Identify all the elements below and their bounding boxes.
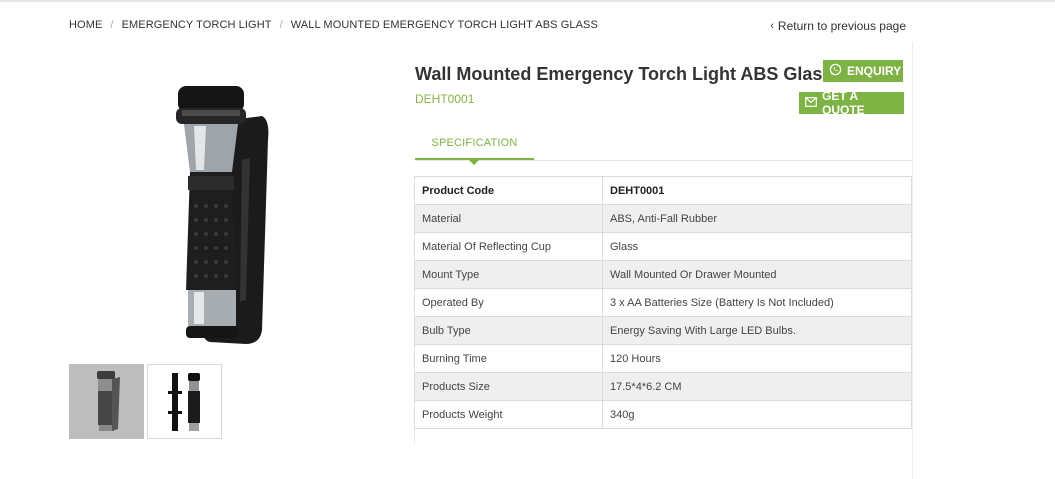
spec-key: Products Size [414, 372, 603, 401]
product-title: Wall Mounted Emergency Torch Light ABS G… [415, 64, 833, 84]
spec-key: Bulb Type [414, 316, 603, 345]
active-tab-caret-icon [468, 159, 480, 165]
content-right-border [912, 42, 913, 479]
spec-key: Material Of Reflecting Cup [414, 232, 603, 261]
thumbnail-bracket-view[interactable] [147, 364, 222, 439]
breadcrumb-separator: / [279, 19, 283, 31]
product-code: DEHT0001 [415, 92, 475, 106]
table-row: Product Code DEHT0001 [414, 176, 912, 205]
table-row: Products Size 17.5*4*6.2 CM [414, 372, 912, 401]
spec-key: Mount Type [414, 260, 603, 289]
spec-key: Operated By [414, 288, 603, 317]
table-row: Operated By 3 x AA Batteries Size (Batter… [414, 288, 912, 317]
thumbnail-front-view[interactable] [69, 364, 144, 439]
spec-value: 120 Hours [602, 344, 912, 373]
table-row: Material Of Reflecting Cup Glass [414, 232, 912, 261]
enquiry-label: ENQUIRY [847, 64, 902, 78]
specification-table: Product Code DEHT0001 Material ABS, Anti-… [414, 176, 912, 429]
content-left-border [414, 428, 415, 444]
tab-specification-label: SPECIFICATION [431, 136, 518, 149]
spec-value: 3 x AA Batteries Size (Battery Is Not In… [602, 288, 912, 317]
spec-key: Product Code [414, 176, 603, 205]
whatsapp-icon [829, 63, 842, 79]
spec-value: ABS, Anti-Fall Rubber [602, 204, 912, 233]
spec-value: Energy Saving With Large LED Bulbs. [602, 316, 912, 345]
enquiry-button[interactable]: ENQUIRY [823, 60, 903, 82]
breadcrumb: HOME / EMERGENCY TORCH LIGHT / WALL MOUN… [69, 19, 598, 31]
tab-bar: SPECIFICATION [415, 127, 912, 165]
breadcrumb-current: WALL MOUNTED EMERGENCY TORCH LIGHT ABS G… [290, 19, 598, 31]
return-to-previous-link[interactable]: ‹ Return to previous page [770, 19, 906, 33]
spec-value: 17.5*4*6.2 CM [602, 372, 912, 401]
table-row: Mount Type Wall Mounted Or Drawer Mounted [414, 260, 912, 289]
get-a-quote-button[interactable]: GET A QUOTE [799, 89, 904, 117]
product-main-image[interactable] [150, 80, 300, 350]
breadcrumb-home[interactable]: HOME [69, 19, 102, 31]
spec-key: Burning Time [414, 344, 603, 373]
spec-value: DEHT0001 [602, 176, 912, 205]
table-row: Bulb Type Energy Saving With Large LED Bu… [414, 316, 912, 345]
chevron-left-icon: ‹ [770, 20, 774, 32]
table-row: Burning Time 120 Hours [414, 344, 912, 373]
breadcrumb-category[interactable]: EMERGENCY TORCH LIGHT [122, 19, 272, 31]
spec-value: Glass [602, 232, 912, 261]
return-link-label: Return to previous page [777, 19, 906, 33]
table-row: Products Weight 340g [414, 400, 912, 429]
quote-label: GET A QUOTE [822, 89, 865, 117]
spec-key: Material [414, 204, 603, 233]
breadcrumb-separator: / [110, 19, 114, 31]
spec-value: 340g [602, 400, 912, 429]
envelope-icon [805, 96, 817, 110]
spec-key: Products Weight [414, 400, 603, 429]
spec-value: Wall Mounted Or Drawer Mounted [602, 260, 912, 289]
table-row: Material ABS, Anti-Fall Rubber [414, 204, 912, 233]
top-border [0, 0, 1055, 2]
tab-specification[interactable]: SPECIFICATION [415, 127, 534, 165]
